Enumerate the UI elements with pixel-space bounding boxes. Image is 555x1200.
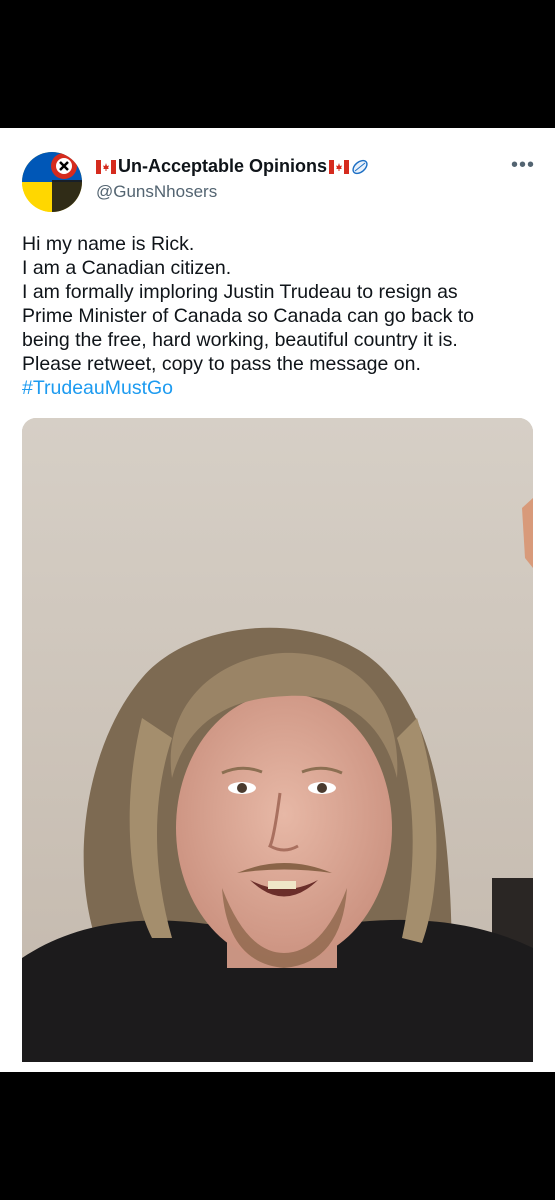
tweet-text-line: being the free, hard working, beautiful … xyxy=(22,329,458,351)
tweet-text-line: Please retweet, copy to pass the message… xyxy=(22,353,421,375)
user-handle[interactable]: @GunsNhosers xyxy=(96,182,217,202)
canada-flag-icon xyxy=(329,159,350,174)
avatar[interactable] xyxy=(22,152,82,212)
more-options-icon[interactable]: ••• xyxy=(511,155,535,175)
tweet-text-line: Prime Minister of Canada so Canada can g… xyxy=(22,305,474,327)
tweet-text-line: I am formally imploring Justin Trudeau t… xyxy=(22,281,458,303)
rugby-ball-icon xyxy=(351,158,369,176)
tweet-text-line: Hi my name is Rick. xyxy=(22,233,195,255)
tweet-photo[interactable] xyxy=(22,418,533,1062)
tweet-text: Hi my name is Rick. I am a Canadian citi… xyxy=(22,232,537,400)
display-name[interactable]: Un-Acceptable Opinions xyxy=(96,156,369,177)
display-name-text: Un-Acceptable Opinions xyxy=(118,156,328,176)
hashtag-link[interactable]: #TrudeauMustGo xyxy=(22,376,537,400)
canada-flag-icon xyxy=(96,159,116,174)
tweet-text-line: I am a Canadian citizen. xyxy=(22,257,232,279)
tweet-card: Un-Acceptable Opinions @GunsNhosers ••• … xyxy=(0,128,555,1072)
